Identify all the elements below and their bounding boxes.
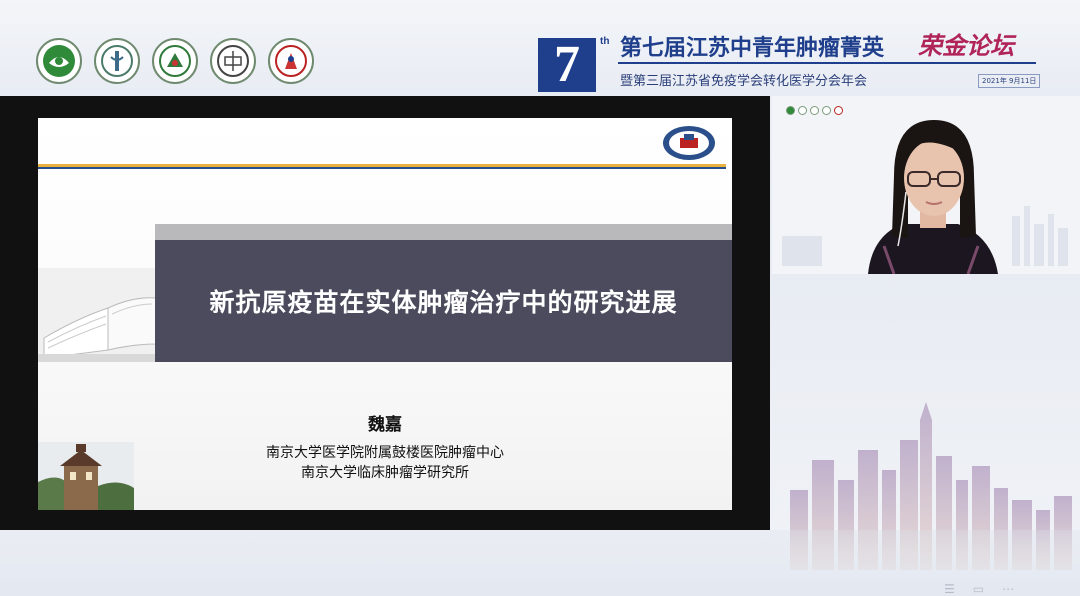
mini-logo-5-icon <box>834 106 843 115</box>
conference-title: 第七届江苏中青年肿瘤菁英 <box>620 36 885 61</box>
presenter-name: 魏嘉 <box>368 415 402 435</box>
presenter-affiliation-1: 南京大学医学院附属鼓楼医院肿瘤中心 <box>266 445 504 461</box>
mini-logo-3-icon <box>810 106 819 115</box>
sponsor-logos <box>36 38 314 84</box>
mini-logo-1-icon <box>786 106 795 115</box>
logo-4-icon <box>210 38 256 84</box>
edition-suffix: th <box>600 36 610 47</box>
menu-icon[interactable]: ☰ <box>944 582 955 596</box>
hospital-emblem-icon <box>663 126 715 160</box>
slide-title-band: 新抗原疫苗在实体肿瘤治疗中的研究进展 <box>155 240 732 362</box>
mini-logo-2-icon <box>798 106 807 115</box>
slide-header-line-blue <box>38 167 726 169</box>
open-book-image <box>38 268 156 362</box>
screen-icon[interactable]: ▭ <box>973 582 984 596</box>
edition-badge: 7 <box>538 38 596 92</box>
speaker-video-feed <box>772 96 1080 274</box>
title-divider <box>618 62 1036 64</box>
player-controls[interactable]: ☰ ▭ ⋯ <box>944 582 1014 596</box>
presenter-affiliation-2: 南京大学临床肿瘤学研究所 <box>301 465 469 481</box>
mini-logo-4-icon <box>822 106 831 115</box>
conference-title-script: 荣金论坛 <box>918 31 1014 60</box>
campus-building-image <box>38 442 134 510</box>
conference-date: 2021年 9月11日 <box>978 74 1041 88</box>
speaker-video-panel <box>772 96 1080 274</box>
logo-2-icon <box>94 38 140 84</box>
mini-logo-row <box>786 106 843 115</box>
slide-title: 新抗原疫苗在实体肿瘤治疗中的研究进展 <box>209 288 678 317</box>
logo-5-icon <box>268 38 314 84</box>
conference-subtitle: 暨第三届江苏省免疫学会转化医学分会年会 <box>620 74 868 89</box>
logo-3-icon <box>152 38 198 84</box>
presentation-slide: 新抗原疫苗在实体肿瘤治疗中的研究进展 魏嘉 南京大学医学院附属鼓楼医院肿瘤中心 … <box>38 118 732 510</box>
bottom-overlay <box>0 530 1080 596</box>
more-icon[interactable]: ⋯ <box>1002 582 1014 596</box>
logo-1-icon <box>36 38 82 84</box>
title-stripe <box>155 224 732 240</box>
